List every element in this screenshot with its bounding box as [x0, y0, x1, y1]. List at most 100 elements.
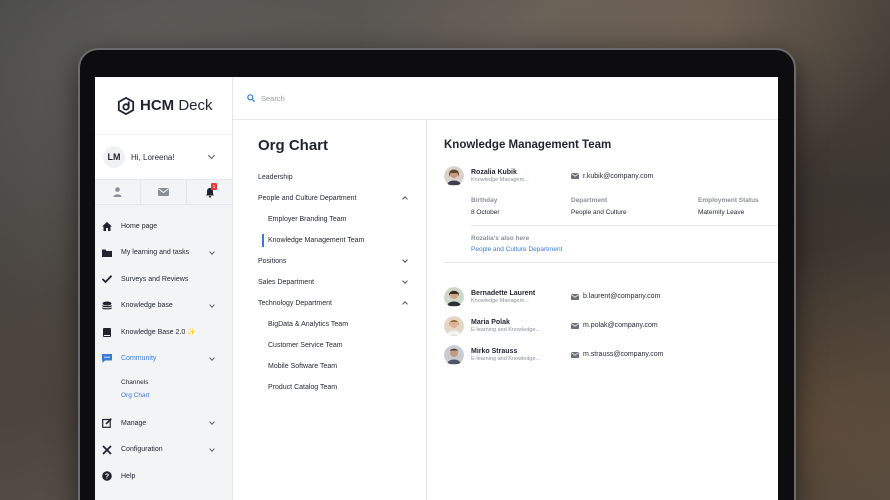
mail-icon	[158, 188, 169, 196]
tree-item-leadership[interactable]: Leadership	[258, 167, 426, 188]
chevron-down-icon	[209, 419, 215, 425]
department-value: People and Culture	[571, 209, 627, 216]
tree-item-sales[interactable]: Sales Department	[258, 272, 426, 293]
chevron-down-icon	[207, 151, 216, 160]
logo[interactable]: HCM Deck	[95, 77, 232, 135]
also-here-link[interactable]: People and Culture Department	[471, 246, 778, 253]
team-lead-row[interactable]: Rozalia Kubik Knowledge Managem... r.kub…	[444, 165, 778, 187]
team-title: Knowledge Management Team	[444, 139, 612, 151]
person-role: E-learning and Knowledge...	[471, 326, 541, 333]
app-name: HCM Deck	[140, 97, 213, 114]
person-name: Maria Polak	[471, 318, 510, 326]
page-title: Org Chart	[258, 137, 329, 154]
chevron-up-icon[interactable]	[402, 196, 408, 202]
sidebar-item-help[interactable]: ? Help	[95, 463, 232, 490]
avatar	[444, 286, 464, 307]
mail-icon	[571, 322, 579, 329]
folder-icon	[102, 248, 112, 258]
mail-icon	[571, 293, 579, 300]
hcm-logo-icon	[117, 96, 135, 115]
person-name: Bernadette Laurent	[471, 289, 536, 297]
person-name: Mirko Strauss	[471, 347, 518, 355]
person-role: Knowledge Managem...	[471, 297, 529, 304]
search-input[interactable]	[261, 93, 561, 103]
main-area: Org Chart Leadership People and Culture …	[233, 77, 778, 500]
divider	[444, 262, 778, 263]
tools-icon	[102, 445, 112, 455]
sidebar-item-org-chart[interactable]: Org Chart	[121, 389, 232, 402]
avatar: LM	[103, 146, 125, 168]
list-item[interactable]: Mirko Strauss E-learning and Knowledge..…	[444, 340, 778, 369]
tree-item-employer-branding[interactable]: Employer Branding Team	[258, 209, 426, 230]
mail-icon	[571, 173, 579, 179]
search-bar	[233, 77, 778, 120]
person-email[interactable]: b.laurent@company.com	[571, 293, 660, 300]
person-email[interactable]: m.polak@company.com	[571, 322, 658, 329]
main-menu: Home page My learning and tasks Surveys …	[95, 205, 232, 490]
app-window: HCM Deck LM Hi, Loreena! 1 Home page My …	[95, 77, 778, 500]
avatar	[444, 344, 464, 365]
profile-tab[interactable]	[95, 180, 141, 204]
avatar	[444, 166, 464, 186]
person-email[interactable]: r.kubik@company.com	[571, 173, 653, 180]
sidebar-item-home[interactable]: Home page	[95, 213, 232, 240]
search-icon	[247, 94, 255, 102]
tree-item-knowledge-management[interactable]: Knowledge Management Team	[258, 230, 426, 251]
also-here: Rozalia's also here People and Culture D…	[471, 235, 778, 253]
status-value: Maternity Leave	[698, 209, 745, 216]
team-members: Bernadette Laurent Knowledge Managem... …	[444, 282, 778, 369]
chevron-down-icon	[209, 248, 215, 255]
notifications-tab[interactable]: 1	[187, 180, 232, 204]
help-icon: ?	[102, 471, 112, 482]
check-icon	[102, 274, 112, 284]
content: Org Chart Leadership People and Culture …	[233, 120, 778, 500]
sidebar-icon-tabs: 1	[95, 180, 232, 205]
tree-item-technology[interactable]: Technology Department	[258, 293, 426, 314]
sidebar-item-community[interactable]: Community	[95, 346, 232, 373]
birthday-value: 8 October	[471, 209, 500, 216]
chevron-up-icon[interactable]	[402, 301, 408, 307]
chevron-down-icon	[209, 354, 215, 361]
home-icon	[102, 221, 112, 231]
tree-item-bigdata[interactable]: BigData & Analytics Team	[258, 314, 426, 335]
notification-badge: 1	[211, 183, 217, 190]
edit-icon	[102, 418, 112, 429]
tree-item-positions[interactable]: Positions	[258, 251, 426, 272]
user-menu[interactable]: LM Hi, Loreena!	[95, 135, 232, 180]
sidebar-item-configuration[interactable]: Configuration	[95, 437, 232, 464]
list-item[interactable]: Bernadette Laurent Knowledge Managem... …	[444, 282, 778, 311]
chevron-down-icon	[209, 445, 215, 452]
sidebar: HCM Deck LM Hi, Loreena! 1 Home page My …	[95, 77, 233, 500]
tree-item-product-catalog[interactable]: Product Catalog Team	[258, 377, 426, 398]
divider	[471, 225, 778, 226]
tree-item-people-culture[interactable]: People and Culture Department	[258, 188, 426, 209]
community-submenu: Channels Org Chart	[95, 372, 232, 410]
user-greeting: Hi, Loreena!	[131, 152, 175, 162]
chevron-down-icon[interactable]	[402, 278, 408, 284]
sidebar-item-manage[interactable]: Manage	[95, 410, 232, 437]
person-email[interactable]: m.strauss@company.com	[571, 351, 664, 358]
team-detail-panel: Knowledge Management Team Rozalia Kubik …	[427, 120, 778, 500]
person-icon	[113, 187, 122, 197]
sidebar-item-knowledge-base-2[interactable]: Knowledge Base 2.0 ✨	[95, 319, 232, 346]
sidebar-item-channels[interactable]: Channels	[121, 376, 232, 389]
org-chart-panel: Org Chart Leadership People and Culture …	[233, 120, 427, 500]
person-role: Knowledge Managem...	[471, 177, 529, 183]
mail-icon	[571, 351, 579, 358]
book-icon	[102, 327, 112, 337]
chevron-down-icon[interactable]	[402, 257, 408, 263]
book-stack-icon	[102, 301, 112, 311]
svg-text:?: ?	[105, 474, 109, 481]
lead-details: Birthday 8 October Department People and…	[471, 197, 778, 216]
sidebar-item-surveys[interactable]: Surveys and Reviews	[95, 266, 232, 293]
sidebar-item-knowledge-base[interactable]: Knowledge base	[95, 293, 232, 320]
person-role: E-learning and Knowledge...	[471, 355, 541, 362]
sidebar-item-learning[interactable]: My learning and tasks	[95, 240, 232, 267]
person-name: Rozalia Kubik	[471, 169, 517, 176]
chevron-down-icon	[209, 301, 215, 308]
avatar	[444, 315, 464, 336]
messages-tab[interactable]	[141, 180, 187, 204]
tree-item-mobile-software[interactable]: Mobile Software Team	[258, 356, 426, 377]
tree-item-customer-service[interactable]: Customer Service Team	[258, 335, 426, 356]
list-item[interactable]: Maria Polak E-learning and Knowledge... …	[444, 311, 778, 340]
